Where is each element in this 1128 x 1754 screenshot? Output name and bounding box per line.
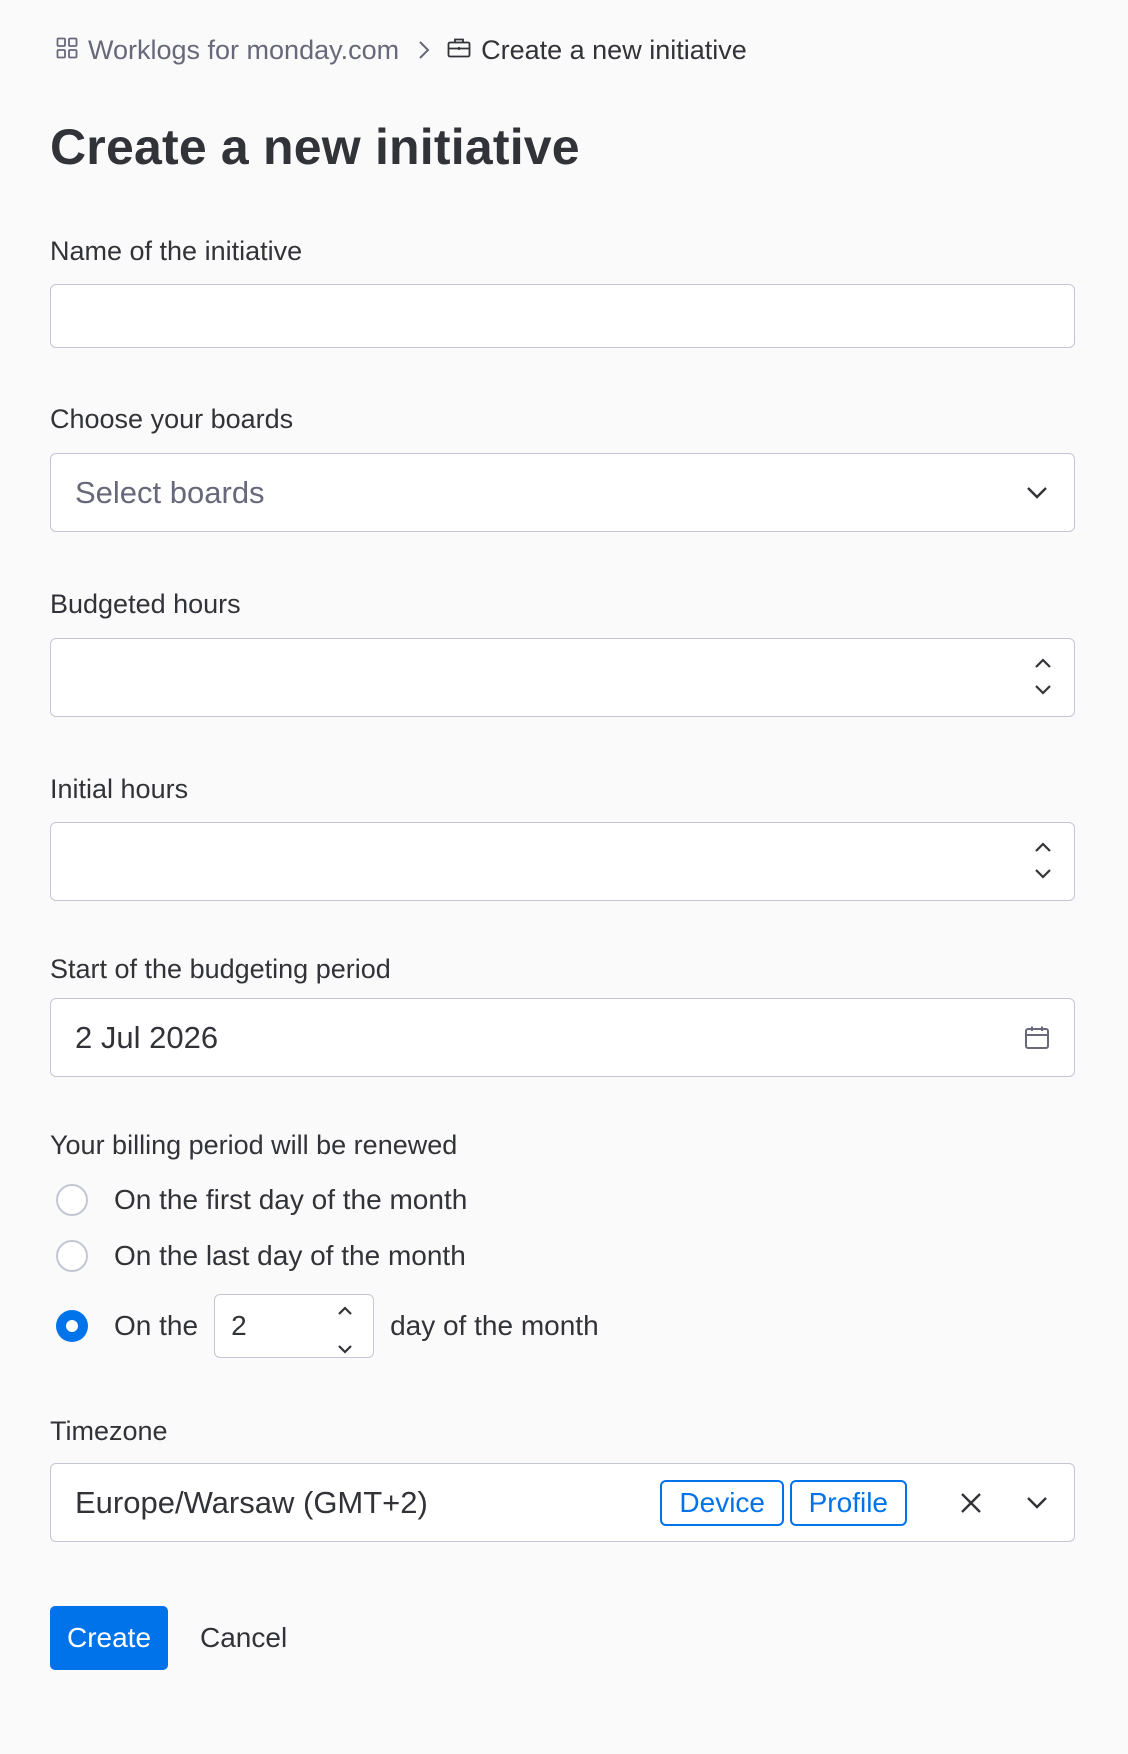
chevron-right-icon bbox=[417, 39, 431, 61]
boards-placeholder: Select boards bbox=[75, 474, 265, 510]
radio-specific-day-prefix: On the bbox=[114, 1310, 199, 1341]
device-timezone-button[interactable]: Device bbox=[660, 1479, 784, 1526]
chevron-down-icon[interactable] bbox=[1034, 866, 1052, 884]
chevron-down-icon[interactable] bbox=[1034, 682, 1052, 700]
start-date-value: 2 Jul 2026 bbox=[75, 1019, 219, 1055]
timezone-select[interactable]: Europe/Warsaw (GMT+2) Device Profile bbox=[50, 1463, 1075, 1542]
chevron-up-icon[interactable] bbox=[1034, 840, 1052, 858]
radio-last-day-label: On the last day of the month bbox=[114, 1240, 466, 1271]
start-date-label: Start of the budgeting period bbox=[50, 954, 391, 984]
initial-hours-input[interactable] bbox=[50, 822, 1075, 901]
chevron-down-icon[interactable] bbox=[1026, 486, 1048, 500]
apps-grid-icon bbox=[56, 35, 78, 66]
breadcrumb-item-root[interactable]: Worklogs for monday.com bbox=[56, 35, 399, 66]
radio-specific-day-suffix: day of the month bbox=[390, 1310, 599, 1341]
breadcrumb-item-current: Create a new initiative bbox=[447, 35, 747, 66]
radio-last-day[interactable]: On the last day of the month bbox=[56, 1240, 466, 1272]
start-date-input[interactable]: 2 Jul 2026 bbox=[50, 998, 1075, 1077]
chevron-down-icon[interactable] bbox=[1026, 1496, 1048, 1510]
create-button[interactable]: Create bbox=[50, 1606, 168, 1670]
breadcrumb: Worklogs for monday.com Create a new ini… bbox=[56, 30, 747, 70]
close-icon[interactable] bbox=[960, 1492, 982, 1514]
radio-first-day[interactable]: On the first day of the month bbox=[56, 1184, 467, 1216]
chevron-up-icon[interactable] bbox=[337, 1291, 353, 1323]
chevron-up-icon[interactable] bbox=[1034, 656, 1052, 674]
budgeted-hours-label: Budgeted hours bbox=[50, 589, 241, 619]
day-of-month-input[interactable]: 2 bbox=[214, 1291, 375, 1361]
radio-button[interactable] bbox=[56, 1240, 88, 1272]
initial-hours-stepper bbox=[1034, 840, 1052, 884]
breadcrumb-current-label: Create a new initiative bbox=[481, 34, 747, 65]
initial-hours-label: Initial hours bbox=[50, 774, 189, 804]
billing-label: Your billing period will be renewed bbox=[50, 1130, 458, 1160]
cancel-button[interactable]: Cancel bbox=[184, 1606, 303, 1670]
initiative-name-input[interactable] bbox=[50, 284, 1075, 348]
profile-timezone-button[interactable]: Profile bbox=[789, 1479, 907, 1526]
radio-first-day-label: On the first day of the month bbox=[114, 1184, 468, 1215]
day-of-month-stepper bbox=[337, 1291, 353, 1361]
boards-label: Choose your boards bbox=[50, 404, 294, 434]
budgeted-hours-input[interactable] bbox=[50, 638, 1075, 717]
timezone-label: Timezone bbox=[50, 1416, 168, 1446]
day-of-month-value: 2 bbox=[231, 1310, 247, 1341]
calendar-icon[interactable] bbox=[1024, 1025, 1050, 1051]
timezone-value: Europe/Warsaw (GMT+2) bbox=[75, 1484, 428, 1520]
page-title: Create a new initiative bbox=[50, 119, 580, 175]
radio-specific-day[interactable]: On the 2 day of the month bbox=[56, 1294, 599, 1358]
radio-button-checked[interactable] bbox=[56, 1310, 88, 1342]
breadcrumb-root-label: Worklogs for monday.com bbox=[88, 34, 400, 65]
briefcase-icon bbox=[447, 35, 471, 66]
boards-select[interactable]: Select boards bbox=[50, 453, 1075, 532]
chevron-down-icon[interactable] bbox=[337, 1329, 353, 1361]
radio-button[interactable] bbox=[56, 1184, 88, 1216]
budgeted-hours-stepper bbox=[1034, 656, 1052, 700]
name-label: Name of the initiative bbox=[50, 236, 303, 266]
